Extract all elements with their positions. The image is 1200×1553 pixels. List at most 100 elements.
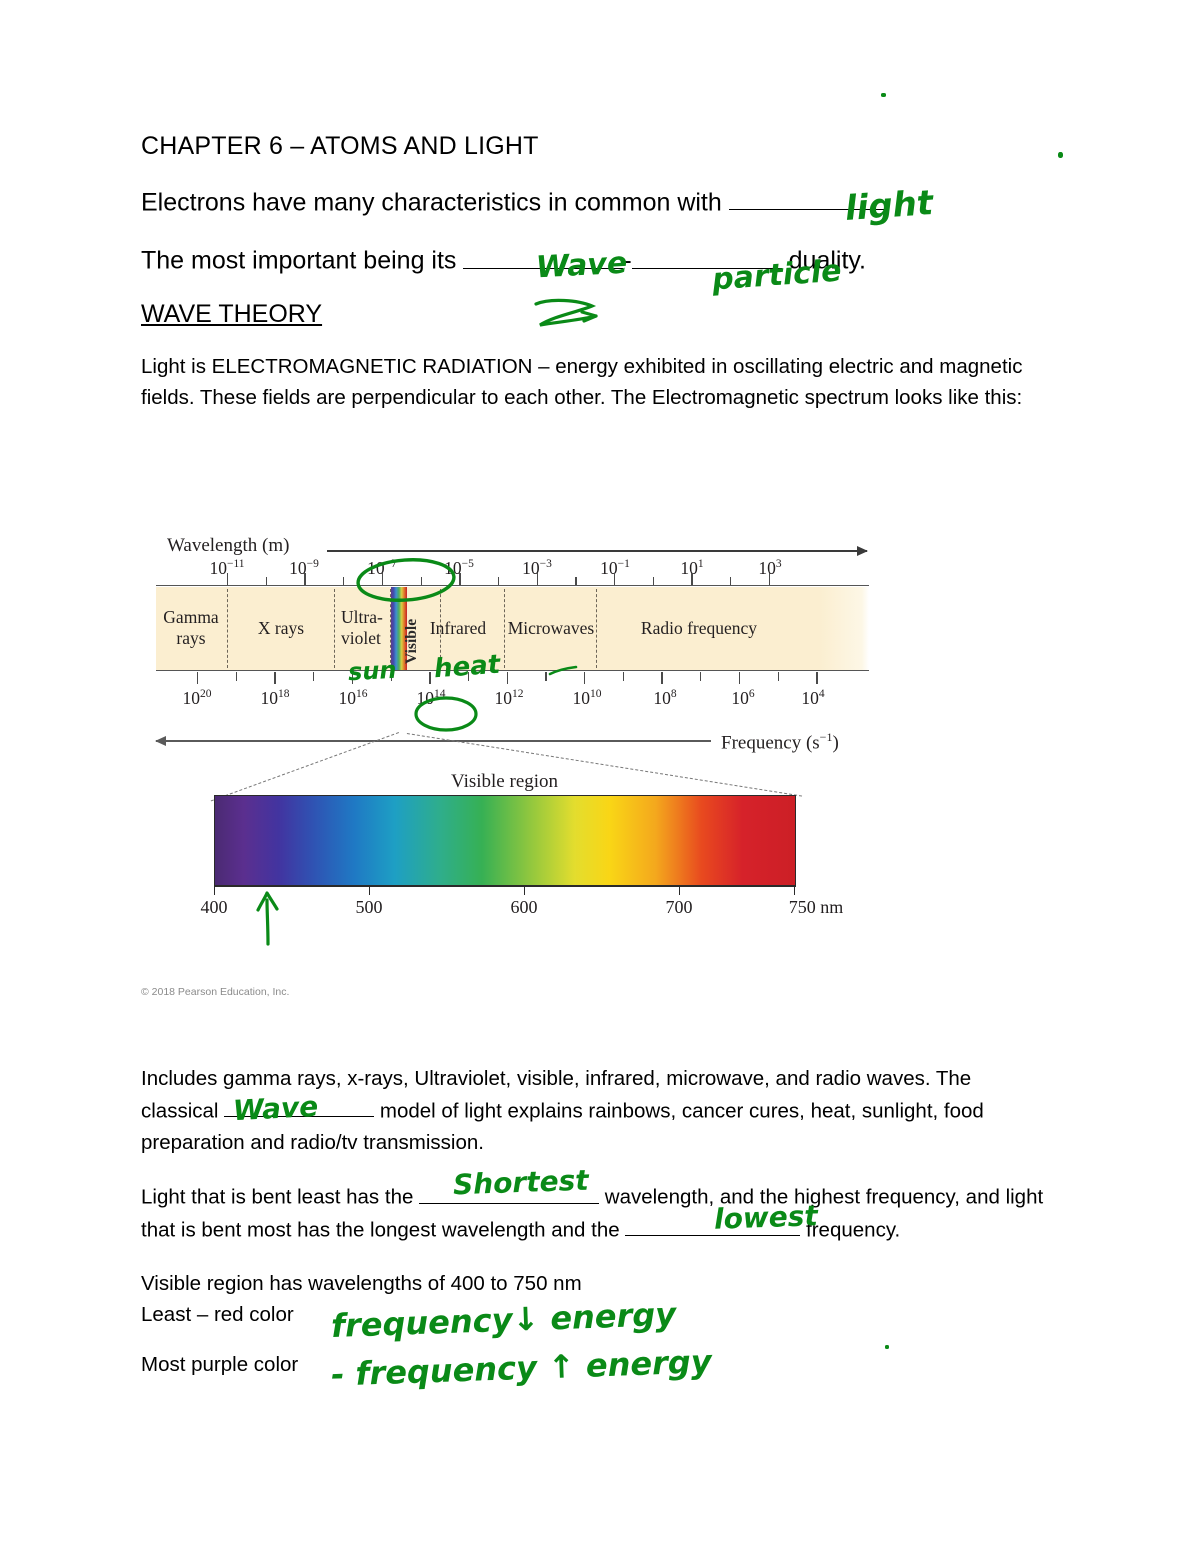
wavelength-tick	[575, 577, 577, 585]
band-label-gamma-rays: Gamma rays	[155, 607, 227, 648]
handwriting-dash-microwaves-icon	[548, 665, 578, 676]
visible-spectrum-label: 600	[510, 897, 538, 917]
frequency-axis-label: Frequency (s−1)	[721, 730, 839, 754]
visible-spectrum-label: 400	[200, 897, 228, 917]
frequency-tick	[274, 672, 276, 684]
wavelength-tick	[227, 573, 229, 585]
band-label-x-rays: X rays	[229, 618, 333, 639]
paragraph-includes: Includes gamma rays, x-rays, Ultraviolet…	[141, 1063, 1049, 1159]
frequency-tick-label: 104	[801, 688, 825, 708]
wavelength-tick	[265, 577, 268, 585]
wavelength-tick	[497, 577, 500, 585]
frequency-tick-label: 1012	[494, 688, 524, 708]
frequency-tick	[467, 672, 470, 681]
band-label-line1: Infrared	[429, 618, 487, 638]
frequency-tick-label: 1018	[260, 688, 290, 708]
band-label-radio-frequency: Radio frequency	[599, 618, 799, 639]
frequency-tick-label: 1020	[182, 688, 212, 708]
frequency-tick	[622, 672, 625, 681]
fill-line-2-dash: -	[623, 246, 632, 275]
band-divider	[227, 589, 228, 668]
frequency-tick	[429, 672, 431, 684]
fill-in-line-1: Electrons have many characteristics in c…	[141, 183, 1041, 215]
blank-answer-shortest[interactable]	[419, 1181, 600, 1204]
visible-spectrum-tick	[369, 885, 371, 895]
fill-line-2-prefix: The most important being its	[141, 246, 464, 275]
list-item-most-purple: Most purple color	[141, 1353, 299, 1376]
band-label-line2: violet	[341, 627, 381, 648]
frequency-tick	[738, 672, 741, 684]
circle-annotation-frequency-icon	[414, 696, 478, 732]
band-label-line1: Gamma	[163, 607, 219, 627]
visible-spectrum-bar	[214, 795, 796, 887]
wavelength-tick	[304, 573, 306, 585]
paragraph-visible-range: Visible region has wavelengths of 400 to…	[141, 1272, 582, 1296]
visible-spectrum-tick	[679, 885, 681, 895]
wavelength-tick	[536, 573, 538, 585]
frequency-tick-label: 1010	[572, 688, 602, 708]
frequency-tick	[661, 672, 663, 684]
blank-answer-particle[interactable]	[631, 241, 782, 269]
band-label-microwaves: Microwaves	[505, 618, 597, 639]
wavelength-tick	[652, 577, 655, 585]
frequency-tick	[351, 672, 354, 684]
handwriting-most-note: - frequency ↑ energy	[330, 1342, 713, 1394]
band-label-line1: Microwaves	[507, 618, 595, 638]
frequency-tick	[700, 672, 702, 681]
frequency-tick	[197, 672, 199, 684]
document-top-text: CHAPTER 6 – ATOMS AND LIGHT Electrons ha…	[141, 132, 1041, 431]
band-label-infrared: Infrared	[412, 618, 504, 639]
visible-spectrum-tick	[794, 885, 796, 895]
frequency-tick-label: 1016	[338, 688, 368, 708]
frequency-tick-label: 106	[731, 688, 755, 708]
wavelength-tick	[691, 573, 693, 585]
frequency-tick	[235, 672, 238, 681]
band-label-line1: Ultra-	[341, 607, 383, 627]
paragraph-electromagnetic-radiation: Light is ELECTROMAGNETIC RADIATION – ene…	[141, 354, 1023, 409]
ink-dot-icon	[881, 93, 886, 97]
section-heading-wave-theory: WAVE THEORY	[141, 299, 323, 328]
wavelength-tick	[730, 577, 732, 585]
frequency-tick	[506, 672, 508, 684]
band-bottom-rule	[156, 670, 869, 672]
wavelength-axis-label: Wavelength (m)	[167, 535, 290, 556]
list-item-least-red: Least – red color	[141, 1303, 294, 1326]
handwriting-least-note: frequency↓ energy	[330, 1294, 677, 1346]
band-divider	[334, 589, 335, 668]
notes-page: CHAPTER 6 – ATOMS AND LIGHT Electrons ha…	[0, 0, 1200, 1553]
blank-answer-light[interactable]	[728, 183, 884, 211]
blank-answer-wave[interactable]	[463, 241, 624, 269]
fill-in-line-2: The most important being its - duality.	[141, 241, 1041, 273]
copyright-notice: © 2018 Pearson Education, Inc.	[141, 986, 290, 998]
ink-dot-icon	[1058, 152, 1063, 158]
fill-line-1-prefix: Electrons have many characteristics in c…	[141, 188, 729, 217]
handwriting-squiggle-arrow-icon	[534, 298, 598, 327]
blank-answer-classical-wave[interactable]	[224, 1095, 375, 1118]
frequency-tick	[390, 672, 392, 681]
wavelength-axis-arrow	[327, 546, 868, 556]
handwriting-arrow-visible-icon	[256, 891, 279, 946]
frequency-tick	[816, 672, 818, 684]
fill-line-2-suffix: duality.	[781, 246, 867, 275]
frequency-tick	[584, 672, 586, 684]
frequency-tick-label: 108	[653, 688, 677, 708]
fill-line-1-suffix: .	[883, 188, 891, 217]
paragraph-bent-part3: frequency.	[800, 1218, 901, 1242]
visible-spectrum-label: 500	[355, 897, 383, 917]
visible-spectrum-label: 700	[665, 897, 693, 917]
blank-answer-lowest[interactable]	[625, 1214, 801, 1237]
page-title: CHAPTER 6 – ATOMS AND LIGHT	[141, 132, 539, 160]
paragraph-bent-part1: Light that is bent least has the	[141, 1185, 420, 1209]
visible-region-title: Visible region	[451, 771, 559, 792]
visible-spectrum-axis	[214, 885, 794, 887]
wavelength-tick	[343, 577, 345, 585]
visible-spectrum-tick	[524, 885, 526, 895]
callout-line-left	[210, 732, 399, 802]
frequency-axis-label-end: )	[832, 732, 839, 754]
frequency-tick	[777, 672, 779, 681]
wavelength-tick	[768, 573, 771, 585]
band-label-ultraviolet: Ultra- violet	[341, 607, 397, 648]
frequency-axis-label-text: Frequency (s	[721, 732, 820, 754]
frequency-tick	[545, 672, 547, 681]
frequency-axis-arrow	[155, 736, 711, 746]
